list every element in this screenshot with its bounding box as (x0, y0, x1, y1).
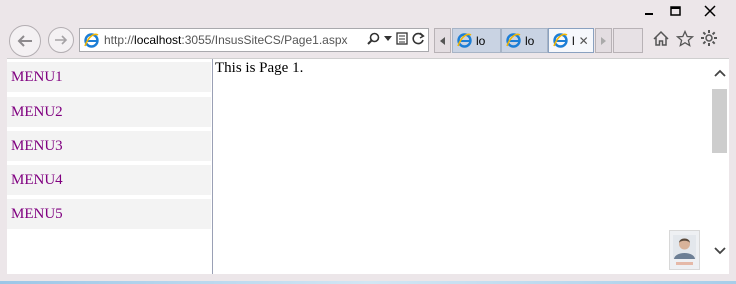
tab-3-active[interactable]: l ✕ (548, 28, 594, 53)
close-icon (704, 5, 716, 17)
tab-scroll-right-button[interactable] (595, 28, 612, 53)
chevron-down-icon[interactable] (384, 35, 392, 42)
maximize-button[interactable] (662, 0, 688, 22)
menu-link[interactable]: MENU2 (11, 104, 63, 121)
tab-label: lo (476, 33, 486, 48)
ie-tab-icon (457, 33, 472, 48)
close-tab-icon[interactable]: ✕ (579, 34, 589, 48)
menu-item-menu2[interactable]: MENU2 (7, 97, 211, 127)
menu-item-menu4[interactable]: MENU4 (7, 165, 211, 195)
url-text[interactable]: http://localhost:3055/InsusSiteCS/Page1.… (104, 33, 348, 47)
ie-page-icon (83, 32, 100, 54)
browser-chrome: http://localhost:3055/InsusSiteCS/Page1.… (0, 0, 736, 58)
favorites-star-icon[interactable] (676, 29, 694, 47)
tab-1[interactable]: lo (452, 28, 501, 53)
chevron-left-icon (440, 36, 445, 45)
search-icon[interactable] (367, 32, 380, 45)
menu-item-menu5[interactable]: MENU5 (7, 199, 211, 229)
menu-link[interactable]: MENU4 (11, 172, 63, 189)
tab-label: l (572, 33, 575, 48)
avatar-image (669, 230, 700, 270)
scroll-up-icon[interactable] (714, 69, 726, 77)
refresh-icon[interactable] (412, 32, 425, 45)
home-icon[interactable] (652, 30, 670, 47)
scrollbar-thumb[interactable] (712, 89, 727, 153)
maximize-icon (669, 6, 681, 16)
chevron-right-icon (601, 36, 606, 45)
ie-tab-icon (553, 33, 568, 48)
back-button[interactable] (9, 25, 41, 57)
menu-link[interactable]: MENU1 (11, 69, 63, 86)
close-button[interactable] (688, 0, 732, 22)
forward-arrow-icon (55, 35, 68, 45)
address-bar[interactable]: http://localhost:3055/InsusSiteCS/Page1.… (79, 28, 429, 52)
tab-2[interactable]: lo (501, 28, 548, 53)
tab-scroll-left-button[interactable] (434, 28, 451, 53)
menu-sidebar: MENU1 MENU2 MENU3 MENU4 MENU5 (7, 59, 213, 275)
page-viewport: MENU1 MENU2 MENU3 MENU4 MENU5 This is Pa… (7, 58, 729, 275)
vertical-scrollbar[interactable] (711, 59, 729, 275)
settings-gear-icon[interactable] (700, 29, 718, 47)
minimize-button[interactable] (636, 0, 662, 22)
compatibility-view-icon[interactable] (396, 32, 408, 45)
menu-link[interactable]: MENU5 (11, 206, 63, 223)
ie-tab-icon (506, 33, 521, 48)
forward-button[interactable] (48, 27, 74, 53)
menu-link[interactable]: MENU3 (11, 138, 63, 155)
page-content-text: This is Page 1. (215, 60, 304, 76)
minimize-icon (645, 13, 653, 15)
back-arrow-icon (17, 35, 32, 47)
tab-label: lo (525, 33, 535, 48)
new-tab-button[interactable] (613, 28, 643, 53)
menu-item-menu1[interactable]: MENU1 (7, 62, 211, 92)
scroll-down-icon[interactable] (714, 247, 726, 255)
menu-item-menu3[interactable]: MENU3 (7, 131, 211, 161)
